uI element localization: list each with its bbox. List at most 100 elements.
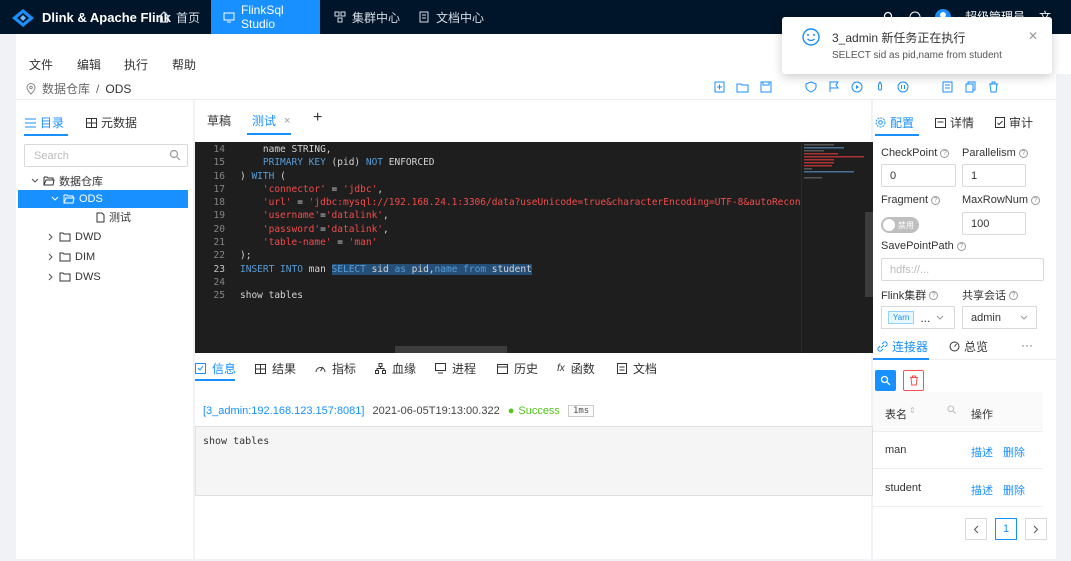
timestamp: 2021-06-05T19:13:00.322 <box>372 405 500 417</box>
chevron-down-icon[interactable] <box>51 195 59 203</box>
question-icon[interactable]: ? <box>931 195 941 205</box>
new-file-icon[interactable] <box>712 80 727 94</box>
parallelism-input[interactable]: 1 <box>962 164 1026 187</box>
tab-result[interactable]: 结果 <box>255 360 296 377</box>
checkpoint-input[interactable]: 0 <box>881 164 956 187</box>
horizontal-scrollbar[interactable] <box>395 346 507 353</box>
detail-icon <box>935 117 946 128</box>
tab-docs[interactable]: 文档 <box>617 360 657 377</box>
cluster-address[interactable]: [3_admin:192.168.123.157:8081] <box>203 405 364 417</box>
tab-info[interactable]: 信息 <box>195 360 236 377</box>
vertical-scrollbar[interactable] <box>865 212 873 297</box>
tree-node-dim[interactable]: DIM <box>16 248 193 266</box>
copy-icon[interactable] <box>963 80 978 94</box>
page-number[interactable]: 1 <box>995 518 1017 540</box>
question-icon[interactable]: ? <box>929 290 939 300</box>
menu-file[interactable]: 文件 <box>29 56 53 73</box>
tab-process[interactable]: 进程 <box>435 360 476 377</box>
nav-flinksql-studio[interactable]: FlinkSql Studio <box>211 0 320 34</box>
notification-toast: 3_admin 新任务正在执行 SELECT sid as pid,name f… <box>782 17 1052 74</box>
calendar-icon <box>497 363 508 374</box>
nav-home[interactable]: 首页 <box>146 0 212 34</box>
close-icon[interactable]: ✕ <box>1028 29 1038 43</box>
tree-node-warehouse[interactable]: 数据仓库 <box>16 172 193 190</box>
tab-connector[interactable]: 连接器 <box>877 338 928 355</box>
delete-link[interactable]: 删除 <box>1003 444 1025 460</box>
breadcrumb-separator: / <box>96 81 100 96</box>
chevron-down-icon[interactable] <box>31 177 39 185</box>
describe-link[interactable]: 描述 <box>971 444 993 460</box>
tree-node-test[interactable]: 测试 <box>16 208 193 226</box>
next-page-button[interactable] <box>1025 518 1047 540</box>
tab-audit[interactable]: 审计 <box>995 114 1033 131</box>
tab-functions[interactable]: fx 函数 <box>557 360 595 377</box>
chevron-right-icon[interactable] <box>47 253 55 261</box>
menu-run[interactable]: 执行 <box>124 56 148 73</box>
savepoint-input[interactable]: hdfs://... <box>881 258 1044 281</box>
chevron-right-icon[interactable] <box>47 273 55 281</box>
session-select[interactable]: admin <box>962 306 1037 329</box>
question-icon[interactable]: ? <box>1031 195 1041 205</box>
nav-doc-center[interactable]: 文档中心 <box>406 0 496 34</box>
tab-label: 详情 <box>950 116 975 130</box>
menu-help[interactable]: 帮助 <box>172 56 196 73</box>
prev-page-button[interactable] <box>965 518 987 540</box>
delete-link[interactable]: 删除 <box>1003 482 1025 498</box>
connector-delete-button[interactable] <box>903 370 924 391</box>
filter-search-icon[interactable] <box>947 405 956 414</box>
cluster-select[interactable]: Yarn ... <box>881 306 955 329</box>
catalog-search-input[interactable]: Search <box>24 144 188 167</box>
fragment-toggle[interactable]: 禁用 <box>881 217 919 233</box>
pause-icon[interactable] <box>895 80 910 94</box>
question-icon[interactable]: ? <box>1018 148 1028 158</box>
search-icon[interactable] <box>169 149 181 161</box>
tab-metadata[interactable]: 元数据 <box>86 114 137 131</box>
save-icon[interactable] <box>758 80 773 94</box>
menu-edit[interactable]: 编辑 <box>77 56 101 73</box>
tab-catalog[interactable]: 目录 <box>25 114 64 131</box>
tree-node-ods[interactable]: ODS <box>18 190 188 208</box>
code-editor[interactable]: 14 name STRING, 15 PRIMARY KEY (pid) NOT… <box>195 142 873 353</box>
nav-home-label: 首页 <box>176 10 201 25</box>
code-minimap[interactable] <box>801 142 865 353</box>
describe-link[interactable]: 描述 <box>971 482 993 498</box>
play-icon[interactable] <box>849 80 864 94</box>
maxrownum-input[interactable]: 100 <box>962 212 1026 235</box>
delete-icon[interactable] <box>986 80 1001 94</box>
session-value: admin <box>971 311 1001 324</box>
tab-config[interactable]: 配置 <box>875 114 914 131</box>
tree-node-dws[interactable]: DWS <box>16 268 193 286</box>
connector-search-button[interactable] <box>875 370 896 391</box>
add-tab-button[interactable]: + <box>313 109 322 127</box>
close-icon[interactable]: × <box>284 115 290 127</box>
check-icon[interactable] <box>803 80 818 94</box>
tab-overview[interactable]: 总览 <box>949 338 988 355</box>
pagination: 1 <box>965 518 1047 540</box>
sort-icon[interactable]: ⇕ <box>909 406 916 415</box>
open-folder-icon[interactable] <box>735 80 750 94</box>
tab-label: 信息 <box>212 362 237 376</box>
tab-active-indicator <box>24 134 68 136</box>
rocket-icon[interactable] <box>872 80 887 94</box>
tree-node-label: DIM <box>75 251 96 263</box>
tab-draft[interactable]: 草稿 <box>207 112 231 129</box>
column-header-name[interactable]: 表名 <box>885 406 907 422</box>
export-icon[interactable] <box>940 80 955 94</box>
question-icon[interactable]: ? <box>1009 290 1018 300</box>
breadcrumb-item[interactable]: 数据仓库 <box>42 80 90 97</box>
nav-cluster-center[interactable]: 集群中心 <box>322 0 412 34</box>
tab-lineage[interactable]: 血缘 <box>375 360 416 377</box>
tab-metrics[interactable]: 指标 <box>315 360 356 377</box>
table-name: man <box>885 444 907 456</box>
tab-detail[interactable]: 详情 <box>935 114 974 131</box>
more-icon[interactable]: ··· <box>1021 338 1033 352</box>
question-icon[interactable]: ? <box>940 148 950 158</box>
question-icon[interactable]: ? <box>956 241 966 251</box>
tab-label: 配置 <box>890 116 915 130</box>
flag-icon[interactable] <box>826 80 841 94</box>
tree-node-dwd[interactable]: DWD <box>16 228 193 246</box>
session-label: 共享会话? <box>962 287 1018 303</box>
tab-history[interactable]: 历史 <box>497 360 538 377</box>
tab-test[interactable]: 测试 × <box>252 112 290 129</box>
chevron-right-icon[interactable] <box>47 233 55 241</box>
